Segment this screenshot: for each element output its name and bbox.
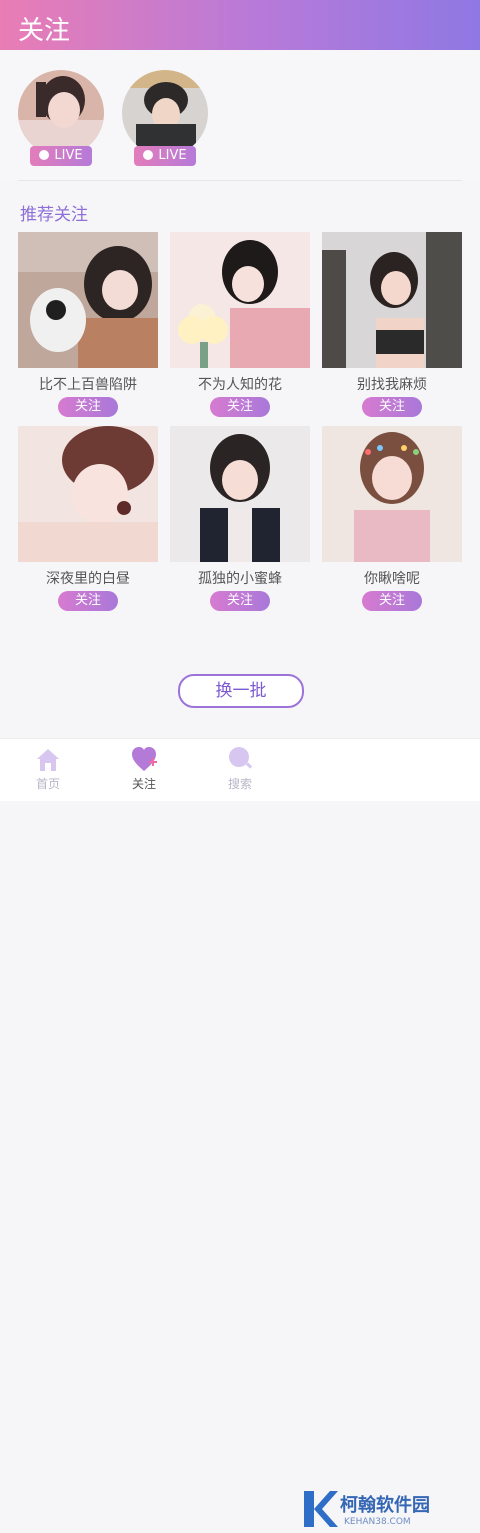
profile-name: 不为人知的花 [198, 377, 282, 393]
recommend-card[interactable]: 你瞅啥呢 关注 [322, 426, 462, 611]
live-dot-icon [39, 150, 50, 160]
following-strip: LIVE LIVE [0, 50, 480, 180]
follow-button[interactable]: 关注 [362, 591, 422, 611]
following-user-2[interactable]: LIVE [122, 70, 210, 170]
avatar[interactable] [18, 70, 104, 156]
section-divider [18, 180, 462, 181]
header-bar: 关注 [0, 0, 480, 50]
tab-label: 搜索 [227, 777, 252, 791]
recommend-card[interactable]: 不为人知的花 关注 [170, 232, 310, 417]
watermark-logo: 柯翰软件园 KEHAN38.COM [302, 1487, 460, 1533]
page-title: 关注 [18, 16, 71, 46]
profile-name: 比不上百兽陷阱 [39, 377, 137, 393]
kehan-logo-icon [304, 1491, 338, 1527]
tab-home[interactable]: 首页 [8, 745, 88, 792]
profile-image[interactable] [322, 232, 462, 368]
profile-name: 孤独的小蜜蜂 [198, 571, 282, 587]
recommend-grid: 比不上百兽陷阱 关注 不为人知的花 关注 别找我麻烦 关注 深夜里的白昼 关注 … [18, 232, 463, 622]
profile-image[interactable] [170, 426, 310, 562]
follow-button[interactable]: 关注 [210, 591, 270, 611]
live-badge: LIVE [30, 146, 92, 166]
tab-label: 关注 [131, 777, 156, 791]
following-user-1[interactable]: LIVE [18, 70, 106, 170]
search-icon [229, 747, 253, 769]
follow-button[interactable]: 关注 [362, 397, 422, 417]
recommend-card[interactable]: 比不上百兽陷阱 关注 [18, 232, 158, 417]
profile-image[interactable] [18, 232, 158, 368]
house-icon [37, 749, 59, 771]
profile-image[interactable] [170, 232, 310, 368]
profile-name: 你瞅啥呢 [364, 571, 420, 587]
recommend-card[interactable]: 深夜里的白昼 关注 [18, 426, 158, 611]
heart-plus-icon [132, 747, 157, 771]
live-dot-icon [143, 150, 154, 160]
profile-name: 深夜里的白昼 [46, 571, 130, 587]
tab-search[interactable]: 搜索 [200, 745, 280, 792]
recommend-card[interactable]: 孤独的小蜜蜂 关注 [170, 426, 310, 611]
profile-image[interactable] [322, 426, 462, 562]
watermark-text: 柯翰软件园 [340, 1495, 430, 1516]
bottom-tab-bar: 首页 关注 搜索 柯翰软件园 KEHAN38.COM [0, 738, 480, 1527]
watermark-subtext: KEHAN38.COM [344, 1517, 411, 1527]
avatar[interactable] [122, 70, 208, 156]
recommend-title: 推荐关注 [20, 205, 88, 225]
tab-label: 首页 [35, 777, 60, 791]
tab-following[interactable]: 关注 [104, 745, 184, 792]
follow-button[interactable]: 关注 [210, 397, 270, 417]
live-badge: LIVE [134, 146, 196, 166]
profile-name: 别找我麻烦 [357, 377, 427, 393]
follow-button[interactable]: 关注 [58, 397, 118, 417]
follow-button[interactable]: 关注 [58, 591, 118, 611]
profile-image[interactable] [18, 426, 158, 562]
refresh-button[interactable]: 换一批 [178, 674, 304, 708]
recommend-card[interactable]: 别找我麻烦 关注 [322, 232, 462, 417]
